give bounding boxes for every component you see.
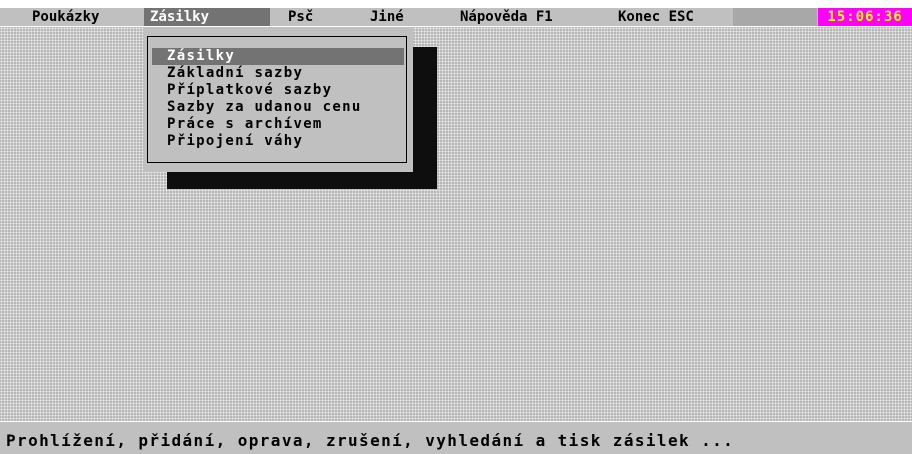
- menu-bar-spacer: [733, 8, 817, 26]
- menu-konec[interactable]: Konec ESC: [612, 8, 700, 26]
- dropdown-item-pripojeni-vahy[interactable]: Připojení váhy: [152, 133, 404, 150]
- menu-zasilky[interactable]: Zásilky: [144, 8, 270, 26]
- dropdown-item-sazby-za-udanou-cenu[interactable]: Sazby za udanou cenu: [152, 99, 404, 116]
- menu-poukazky[interactable]: Poukázky: [26, 8, 105, 26]
- dropdown-item-zakladni-sazby[interactable]: Základní sazby: [152, 65, 404, 82]
- status-bar: Prohlížení, přidání, oprava, zrušení, vy…: [0, 422, 912, 454]
- dropdown-item-zasilky[interactable]: Zásilky: [152, 48, 404, 65]
- status-text: Prohlížení, přidání, oprava, zrušení, vy…: [6, 431, 735, 450]
- dropdown-item-priplatkove-sazby[interactable]: Příplatkové sazby: [152, 82, 404, 99]
- menu-napoveda[interactable]: Nápověda F1: [454, 8, 559, 26]
- zasilky-dropdown-menu: Zásilky Základní sazby Příplatkové sazby…: [143, 27, 413, 172]
- menu-jine[interactable]: Jiné: [364, 8, 410, 26]
- clock: 15:06:36: [818, 8, 912, 26]
- dropdown-item-prace-s-archivem[interactable]: Práce s archívem: [152, 116, 404, 133]
- menu-bar: Poukázky Zásilky Psč Jiné Nápověda F1 Ko…: [0, 8, 912, 26]
- menu-psc[interactable]: Psč: [282, 8, 319, 26]
- desktop-background: [0, 27, 912, 421]
